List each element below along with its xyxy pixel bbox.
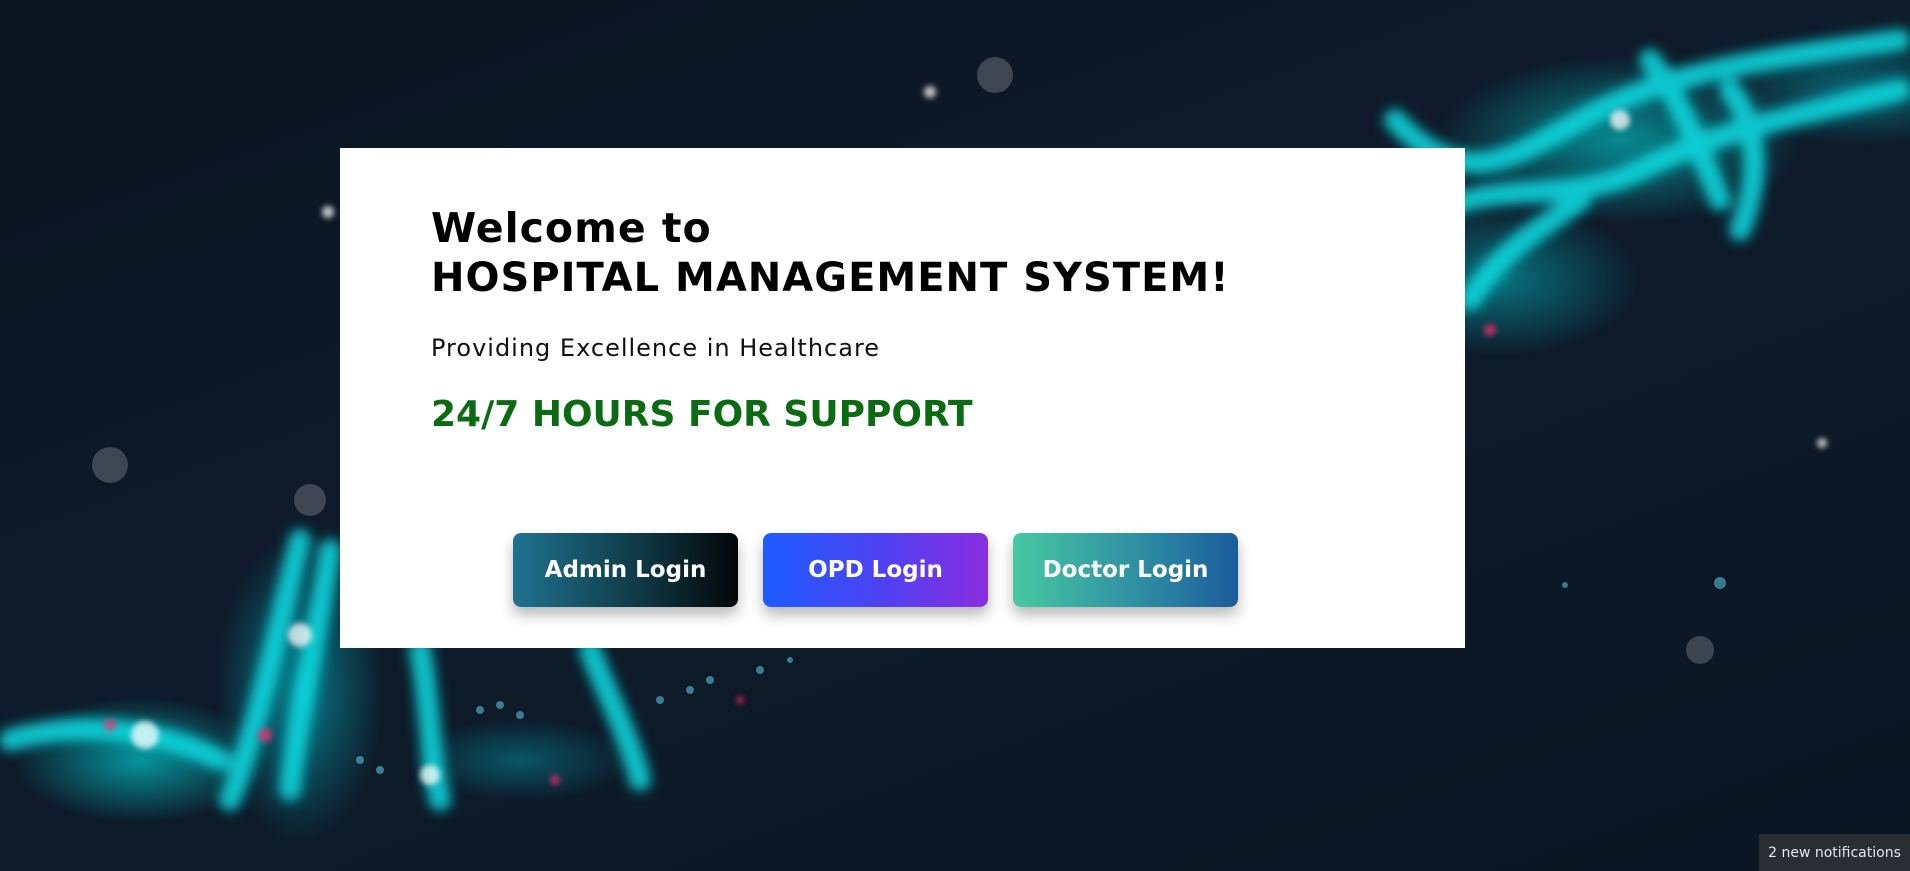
welcome-heading: Welcome to bbox=[431, 204, 712, 252]
welcome-card: Welcome to HOSPITAL MANAGEMENT SYSTEM! P… bbox=[340, 148, 1465, 648]
login-button-row: Admin Login OPD Login Doctor Login bbox=[513, 533, 1238, 607]
doctor-login-button[interactable]: Doctor Login bbox=[1013, 533, 1238, 607]
admin-login-button[interactable]: Admin Login bbox=[513, 533, 738, 607]
opd-login-button[interactable]: OPD Login bbox=[763, 533, 988, 607]
tagline: Providing Excellence in Healthcare bbox=[431, 334, 881, 362]
system-title: HOSPITAL MANAGEMENT SYSTEM! bbox=[431, 255, 1230, 301]
notifications-badge[interactable]: 2 new notifications bbox=[1759, 834, 1910, 871]
support-heading: 24/7 HOURS FOR SUPPORT bbox=[431, 394, 973, 435]
